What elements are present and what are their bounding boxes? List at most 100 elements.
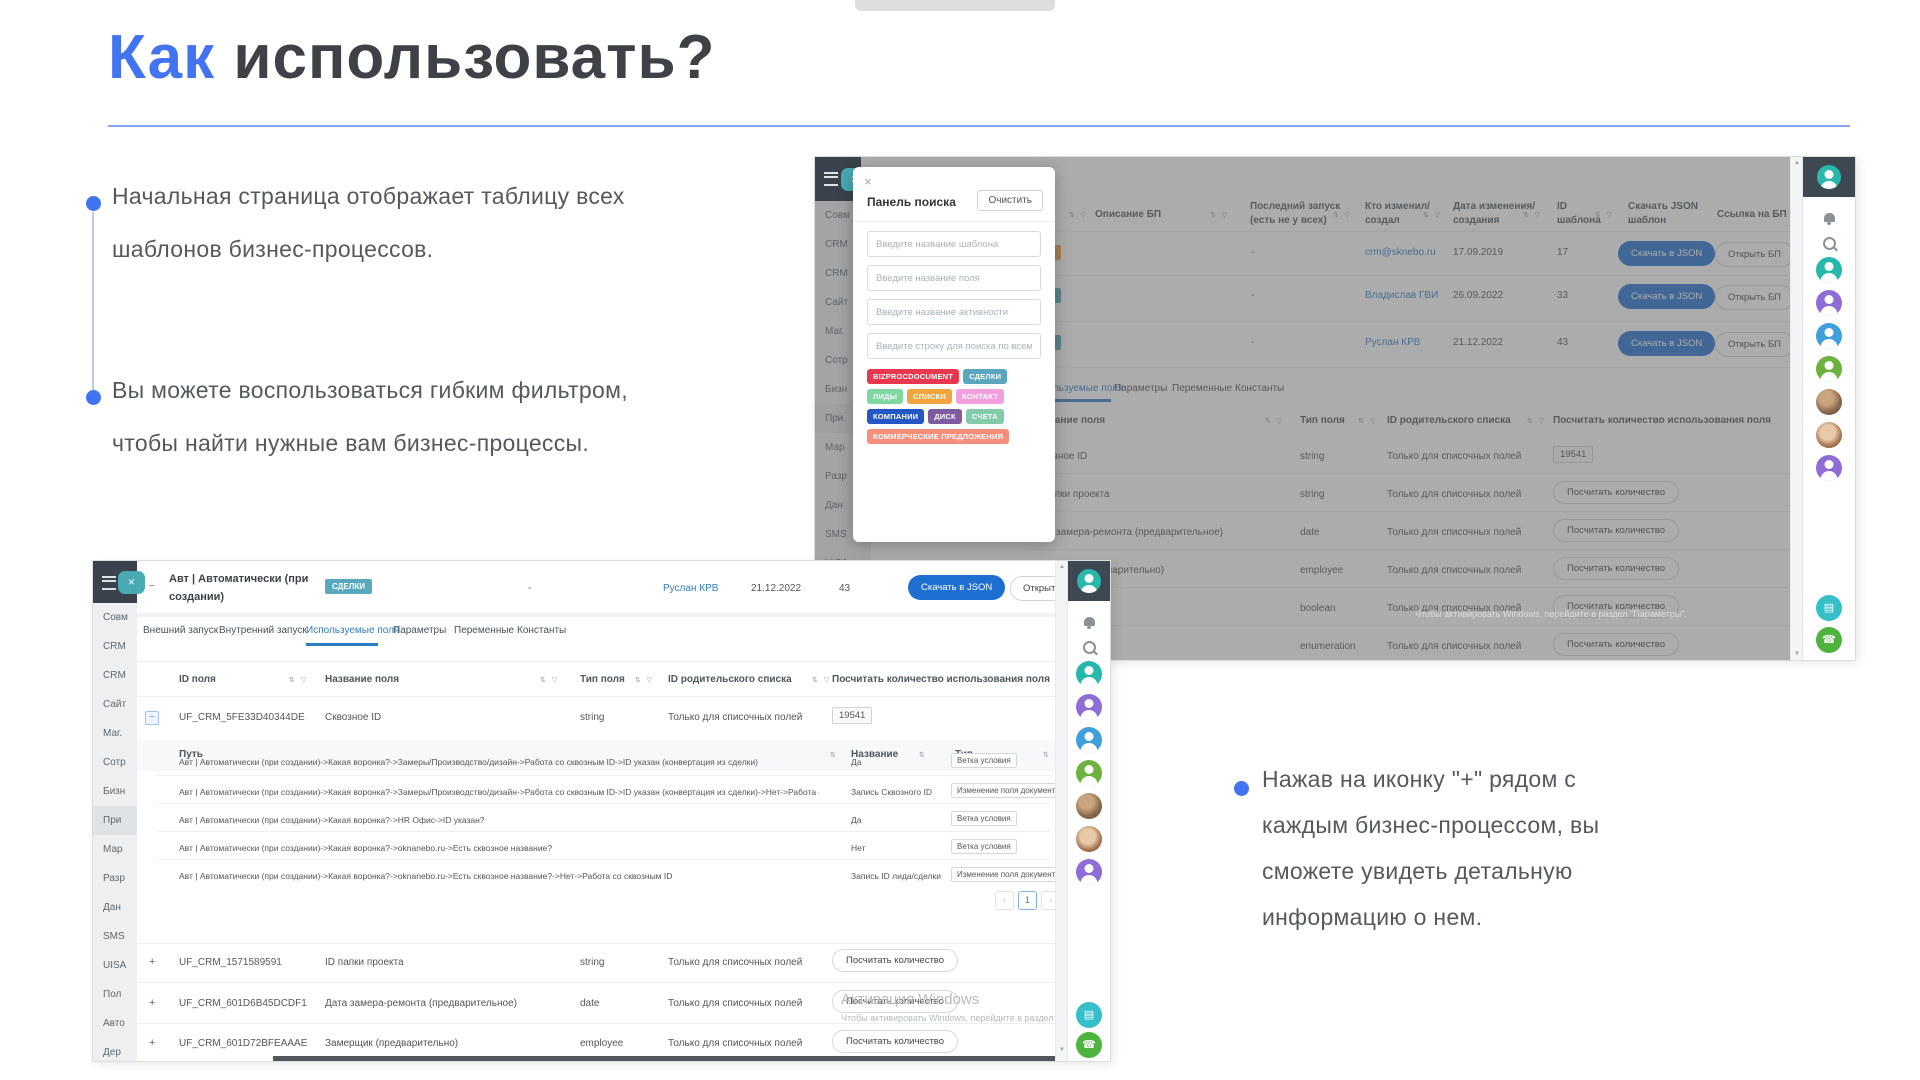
column-header[interactable]: ID поля — [179, 674, 216, 685]
sidebar-item[interactable]: Сотр — [93, 748, 137, 777]
profile-avatar[interactable] — [1803, 157, 1855, 197]
tag-deals[interactable]: СДЕЛКИ — [963, 369, 1007, 384]
user-avatar-icon[interactable] — [1817, 165, 1841, 189]
user-avatar-icon[interactable] — [1076, 727, 1102, 753]
tab-parameters[interactable]: Параметры — [393, 625, 446, 636]
sidebar-item[interactable]: CRM — [93, 661, 137, 690]
menu-icon[interactable] — [824, 172, 838, 186]
bell-icon[interactable] — [1084, 617, 1095, 626]
phone-button[interactable]: ☎ — [1816, 627, 1842, 653]
search-icon[interactable] — [1823, 237, 1836, 250]
search-icon[interactable] — [1083, 641, 1096, 654]
sidebar-item[interactable]: Мар — [93, 835, 137, 864]
close-slider-button[interactable]: × — [118, 571, 145, 594]
cell-activity-name: Да — [851, 815, 861, 825]
sort-filter-icon[interactable]: ⇅ ▽ — [289, 676, 308, 684]
bell-icon[interactable] — [1824, 213, 1835, 222]
sidebar-item[interactable]: Совм — [93, 603, 137, 632]
divider — [853, 221, 1055, 222]
bullet-text-line: каждым бизнес-процессом, вы — [1262, 812, 1599, 839]
user-photo-avatar[interactable] — [1076, 826, 1102, 852]
pagination-prev[interactable]: ‹ — [995, 891, 1014, 910]
profile-avatar[interactable] — [1068, 561, 1110, 601]
helpdesk-button[interactable]: ▤ — [1076, 1002, 1102, 1028]
sort-icon[interactable]: ⇅ — [1043, 751, 1051, 759]
user-avatar-icon[interactable] — [1076, 859, 1102, 885]
tab-used-fields[interactable]: Используемые поля — [306, 625, 399, 636]
user-photo-avatar[interactable] — [1816, 389, 1842, 415]
sidebar-item-active[interactable]: При — [93, 806, 137, 835]
sidebar-item[interactable]: Дер — [93, 1038, 137, 1061]
sidebar-item[interactable]: CRM — [93, 632, 137, 661]
sidebar-item[interactable]: Бизн — [93, 777, 137, 806]
column-header[interactable]: Посчитать количество использования поля — [832, 674, 1050, 685]
tag-bizprocdocument[interactable]: BIZPROCDOCUMENT — [867, 369, 959, 384]
sidebar-item[interactable]: Дан — [93, 893, 137, 922]
clear-button[interactable]: Очистить — [977, 190, 1043, 211]
tag-contact[interactable]: КОНТАКТ — [956, 389, 1004, 404]
sort-filter-icon[interactable]: ⇅ ▽ — [635, 676, 654, 684]
expand-field-button[interactable]: + — [149, 1037, 155, 1049]
sort-icon[interactable]: ⇅ — [919, 751, 927, 759]
cell-field-type: string — [580, 712, 604, 723]
user-avatar-icon[interactable] — [1816, 323, 1842, 349]
field-name-input[interactable] — [867, 265, 1041, 291]
sort-icon[interactable]: ⇅ — [830, 751, 838, 759]
user-avatar-icon[interactable] — [1816, 290, 1842, 316]
count-usage-button[interactable]: Посчитать количество — [832, 1030, 958, 1053]
cell-activity-name: Нет — [851, 843, 865, 853]
column-header[interactable]: Название поля — [325, 674, 399, 685]
sidebar-item[interactable]: Маг. — [93, 719, 137, 748]
sidebar-item[interactable]: SMS — [93, 922, 137, 951]
sort-filter-icon[interactable]: ⇅ ▽ — [540, 676, 559, 684]
expand-field-button[interactable]: + — [149, 956, 155, 968]
close-icon[interactable]: × — [864, 174, 872, 189]
helpdesk-button[interactable]: ▤ — [1816, 595, 1842, 621]
sidebar-item[interactable]: Пол — [93, 980, 137, 1009]
tag-lists[interactable]: СПИСКИ — [907, 389, 952, 404]
bullet-text-line: Начальная страница отображает таблицу вс… — [112, 183, 625, 210]
user-avatar-icon[interactable] — [1816, 455, 1842, 481]
download-json-button[interactable]: Скачать в JSON — [908, 575, 1005, 600]
pagination-page[interactable]: 1 — [1018, 891, 1037, 910]
user-photo-avatar[interactable] — [1816, 422, 1842, 448]
sort-filter-icon[interactable]: ⇅ ▽ — [812, 676, 831, 684]
app-sidebar: Совм CRM CRM Сайт Маг. Сотр Бизн При Мар… — [93, 603, 137, 1061]
collapse-field-button[interactable]: − — [145, 711, 159, 725]
tag-leads[interactable]: ЛИДЫ — [867, 389, 903, 404]
cell-field-id: UF_CRM_5FE33D40344DE — [179, 712, 305, 723]
tag-companies[interactable]: КОМПАНИИ — [867, 409, 924, 424]
collapse-row-icon[interactable]: − — [149, 581, 155, 592]
phone-button[interactable]: ☎ — [1076, 1032, 1102, 1058]
user-avatar-icon[interactable] — [1077, 569, 1101, 593]
sidebar-item[interactable]: Сайт — [93, 690, 137, 719]
tab-external-start[interactable]: Внешний запуск — [143, 625, 218, 636]
user-photo-avatar[interactable] — [1076, 793, 1102, 819]
tab-variables[interactable]: Переменные — [454, 625, 514, 636]
tab-constants[interactable]: Константы — [517, 625, 566, 636]
column-header[interactable]: ID родительского списка — [668, 674, 792, 685]
cell-field-id: UF_CRM_601D6B45DCDF1 — [179, 998, 307, 1009]
fulltext-search-input[interactable] — [867, 333, 1041, 359]
title-underline — [108, 125, 1850, 127]
menu-icon[interactable] — [102, 576, 116, 590]
activity-name-input[interactable] — [867, 299, 1041, 325]
cell-author-link[interactable]: Руслан КРВ — [663, 583, 718, 594]
expand-field-button[interactable]: + — [149, 997, 155, 1009]
tag-quotes[interactable]: КОММЕРЧЕСКИЕ ПРЕДЛОЖЕНИЯ — [867, 429, 1009, 444]
column-header[interactable]: Тип поля — [580, 674, 625, 685]
tag-invoices[interactable]: СЧЕТА — [966, 409, 1004, 424]
user-avatar-icon[interactable] — [1816, 356, 1842, 382]
tag-disk[interactable]: ДИСК — [928, 409, 962, 424]
template-name-input[interactable] — [867, 231, 1041, 257]
user-avatar-icon[interactable] — [1076, 661, 1102, 687]
sidebar-item[interactable]: Авто — [93, 1009, 137, 1038]
sidebar-item[interactable]: UISA — [93, 951, 137, 980]
user-avatar-icon[interactable] — [1076, 760, 1102, 786]
tab-internal-start[interactable]: Внутренний запуск — [219, 625, 307, 636]
bullet-connector-line — [92, 212, 94, 390]
user-avatar-icon[interactable] — [1816, 257, 1842, 283]
count-usage-button[interactable]: Посчитать количество — [832, 949, 958, 972]
user-avatar-icon[interactable] — [1076, 694, 1102, 720]
sidebar-item[interactable]: Разр — [93, 864, 137, 893]
